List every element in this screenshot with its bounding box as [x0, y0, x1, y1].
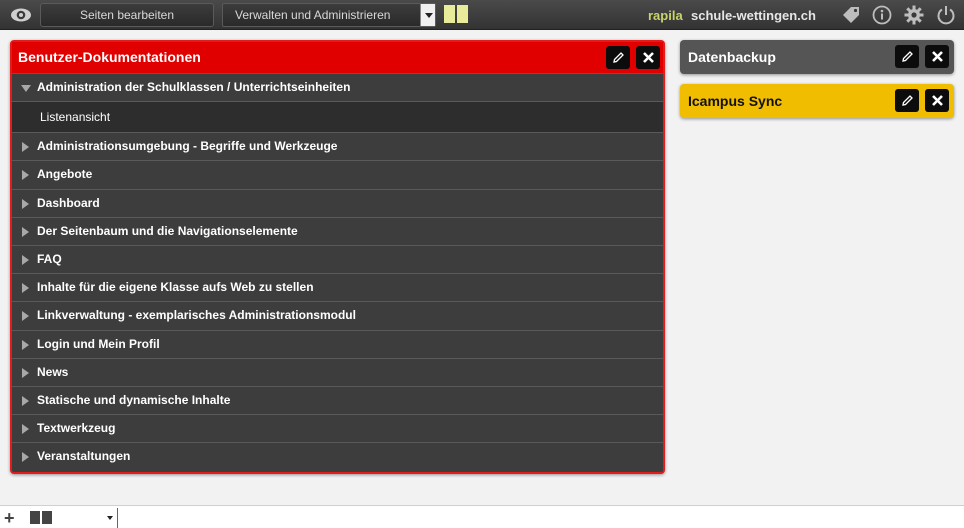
triangle-right-icon: [22, 311, 29, 322]
chevron-down-icon[interactable]: [420, 4, 435, 26]
layout-toggle-button[interactable]: [444, 5, 468, 23]
username-link[interactable]: rapila: [648, 8, 683, 23]
list-item[interactable]: Administration der Schulklassen / Unterr…: [12, 73, 663, 102]
mode-select[interactable]: Verwalten und Administrieren: [222, 3, 436, 27]
triangle-right-icon: [22, 142, 29, 153]
site-name-link[interactable]: schule-wettingen.ch: [691, 8, 816, 23]
pencil-icon: [901, 51, 913, 62]
triangle-right-icon: [22, 395, 29, 406]
gear-icon[interactable]: [903, 4, 925, 26]
user-documentation-panel: Benutzer-Dokumentationen Administration …: [10, 40, 665, 474]
triangle-right-icon: [22, 198, 29, 209]
edit-pages-button[interactable]: Seiten bearbeiten: [40, 3, 214, 27]
close-panel-button[interactable]: [636, 46, 660, 69]
tag-icon[interactable]: [840, 4, 862, 26]
triangle-right-icon: [22, 367, 29, 378]
info-icon[interactable]: [871, 4, 893, 26]
power-icon[interactable]: [935, 4, 957, 26]
triangle-right-icon: [22, 170, 29, 181]
chevron-down-icon: [107, 516, 113, 520]
column-layout-select[interactable]: [26, 508, 118, 528]
list-item[interactable]: Dashboard: [12, 188, 663, 217]
close-panel-button[interactable]: [925, 45, 949, 68]
close-icon: [642, 52, 654, 63]
close-icon: [931, 95, 943, 106]
list-item[interactable]: Textwerkzeug: [12, 414, 663, 443]
triangle-right-icon: [22, 283, 29, 294]
pencil-icon: [901, 95, 913, 106]
mode-select-value: Verwalten und Administrieren: [235, 8, 391, 22]
triangle-right-icon: [22, 226, 29, 237]
eye-icon[interactable]: [10, 7, 32, 23]
columns-icon: [30, 511, 52, 524]
list-item[interactable]: Inhalte für die eigene Klasse aufs Web z…: [12, 273, 663, 302]
panel-header: Benutzer-Dokumentationen: [12, 42, 663, 73]
close-icon: [931, 51, 943, 62]
icampus-sync-panel: Icampus Sync: [680, 84, 954, 118]
edit-panel-button[interactable]: [895, 45, 919, 68]
edit-panel-button[interactable]: [895, 89, 919, 112]
close-panel-button[interactable]: [925, 89, 949, 112]
list-item[interactable]: Administrationsumgebung - Begriffe und W…: [12, 132, 663, 161]
panel-title: Benutzer-Dokumentationen: [18, 49, 201, 65]
list-item[interactable]: Linkverwaltung - exemplarisches Administ…: [12, 301, 663, 330]
list-item[interactable]: Login und Mein Profil: [12, 329, 663, 358]
triangle-right-icon: [22, 254, 29, 265]
plus-icon[interactable]: +: [4, 509, 15, 527]
triangle-right-icon: [22, 339, 29, 350]
top-toolbar: Seiten bearbeiten Verwalten und Administ…: [0, 0, 964, 30]
panel-title: Icampus Sync: [688, 93, 783, 109]
list-item[interactable]: Der Seitenbaum und die Navigationselemen…: [12, 216, 663, 245]
panel-title: Datenbackup: [688, 49, 776, 65]
list-item[interactable]: News: [12, 357, 663, 386]
documentation-list: Administration der Schulklassen / Unterr…: [12, 73, 663, 471]
list-subitem[interactable]: Listenansicht: [12, 101, 663, 133]
triangle-right-icon: [22, 424, 29, 435]
triangle-right-icon: [22, 452, 29, 463]
triangle-down-icon: [21, 85, 31, 92]
bottom-toolbar: +: [0, 505, 964, 528]
edit-panel-button[interactable]: [606, 46, 630, 69]
list-item[interactable]: Statische und dynamische Inhalte: [12, 385, 663, 415]
list-item[interactable]: Veranstaltungen: [12, 442, 663, 471]
list-item[interactable]: FAQ: [12, 244, 663, 274]
list-item[interactable]: Angebote: [12, 160, 663, 189]
data-backup-panel: Datenbackup: [680, 40, 954, 74]
pencil-icon: [612, 52, 624, 63]
